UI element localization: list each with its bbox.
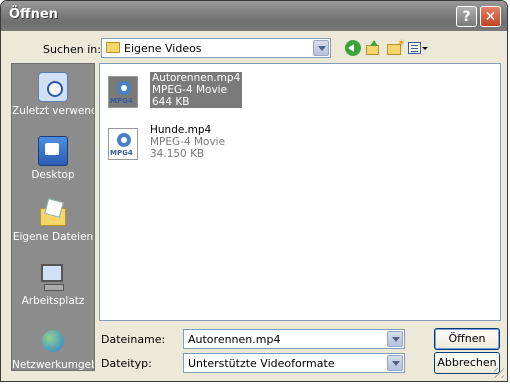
- file-size: 34.150 KB: [150, 148, 205, 160]
- chevron-down-icon[interactable]: [387, 355, 403, 371]
- title-bar[interactable]: Öffnen ? ✕: [1, 1, 507, 31]
- my-documents-icon: [38, 198, 68, 228]
- place-my-documents[interactable]: Eigene Dateien: [12, 198, 94, 244]
- place-network[interactable]: Netzwerkumgeb: [12, 326, 94, 372]
- open-button[interactable]: Öffnen: [434, 328, 500, 350]
- lookin-value: Eigene Videos: [124, 42, 202, 55]
- up-folder-icon[interactable]: [365, 40, 381, 56]
- file-item[interactable]: MPG4 Autorennen.mp4 MPEG-4 Movie 644 KB: [108, 72, 308, 116]
- file-size: 644 KB: [152, 96, 190, 108]
- places-bar: Zuletzt verwendete D... Desktop Eigene D…: [11, 63, 95, 371]
- my-computer-icon: [38, 262, 68, 292]
- filename-label: Dateiname:: [101, 333, 166, 346]
- mp4-file-icon: MPG4: [108, 128, 138, 160]
- file-list[interactable]: MPG4 Autorennen.mp4 MPEG-4 Movie 644 KB …: [99, 63, 501, 321]
- cancel-button[interactable]: Abbrechen: [434, 352, 500, 374]
- desktop-icon: [38, 136, 68, 166]
- recent-documents-icon: [38, 72, 68, 102]
- filetype-select[interactable]: Unterstützte Videoformate: [183, 353, 405, 373]
- back-icon[interactable]: [345, 40, 361, 56]
- file-type: MPEG-4 Movie: [152, 84, 228, 96]
- close-button[interactable]: ✕: [480, 6, 501, 27]
- place-recent-documents[interactable]: Zuletzt verwendete D...: [12, 72, 94, 118]
- filename-value: Autorennen.mp4: [188, 333, 281, 346]
- place-label: Arbeitsplatz: [21, 295, 85, 307]
- views-menu-icon[interactable]: [408, 40, 428, 56]
- filetype-label: Dateityp:: [101, 357, 152, 370]
- lookin-label: Suchen in:: [43, 43, 101, 56]
- place-label: Netzwerkumgeb: [12, 359, 94, 371]
- mp4-file-icon: MPG4: [108, 76, 138, 108]
- chevron-down-icon[interactable]: [387, 331, 403, 347]
- place-desktop[interactable]: Desktop: [12, 136, 94, 182]
- file-name: Hunde.mp4: [150, 124, 212, 136]
- filetype-value: Unterstützte Videoformate: [188, 357, 335, 370]
- file-name: Autorennen.mp4: [152, 72, 241, 84]
- resize-grip-icon[interactable]: [494, 368, 504, 378]
- place-label: Zuletzt verwendete D...: [12, 105, 94, 117]
- chevron-down-icon[interactable]: [313, 40, 329, 56]
- window-title: Öffnen: [9, 7, 58, 22]
- place-label: Desktop: [31, 169, 75, 181]
- folder-icon: [106, 42, 120, 53]
- place-label: Eigene Dateien: [12, 231, 94, 243]
- help-button[interactable]: ?: [456, 6, 477, 27]
- place-my-computer[interactable]: Arbeitsplatz: [12, 262, 94, 308]
- lookin-dropdown[interactable]: Eigene Videos: [101, 38, 331, 58]
- new-folder-icon[interactable]: ✶: [387, 39, 405, 56]
- file-type: MPEG-4 Movie: [150, 136, 226, 148]
- network-icon: [38, 326, 68, 356]
- file-item[interactable]: MPG4 Hunde.mp4 MPEG-4 Movie 34.150 KB: [108, 124, 308, 168]
- filename-combo[interactable]: Autorennen.mp4: [183, 329, 405, 349]
- open-dialog: Öffnen ? ✕ Suchen in: Eigene Videos ✶ Zu…: [0, 0, 508, 382]
